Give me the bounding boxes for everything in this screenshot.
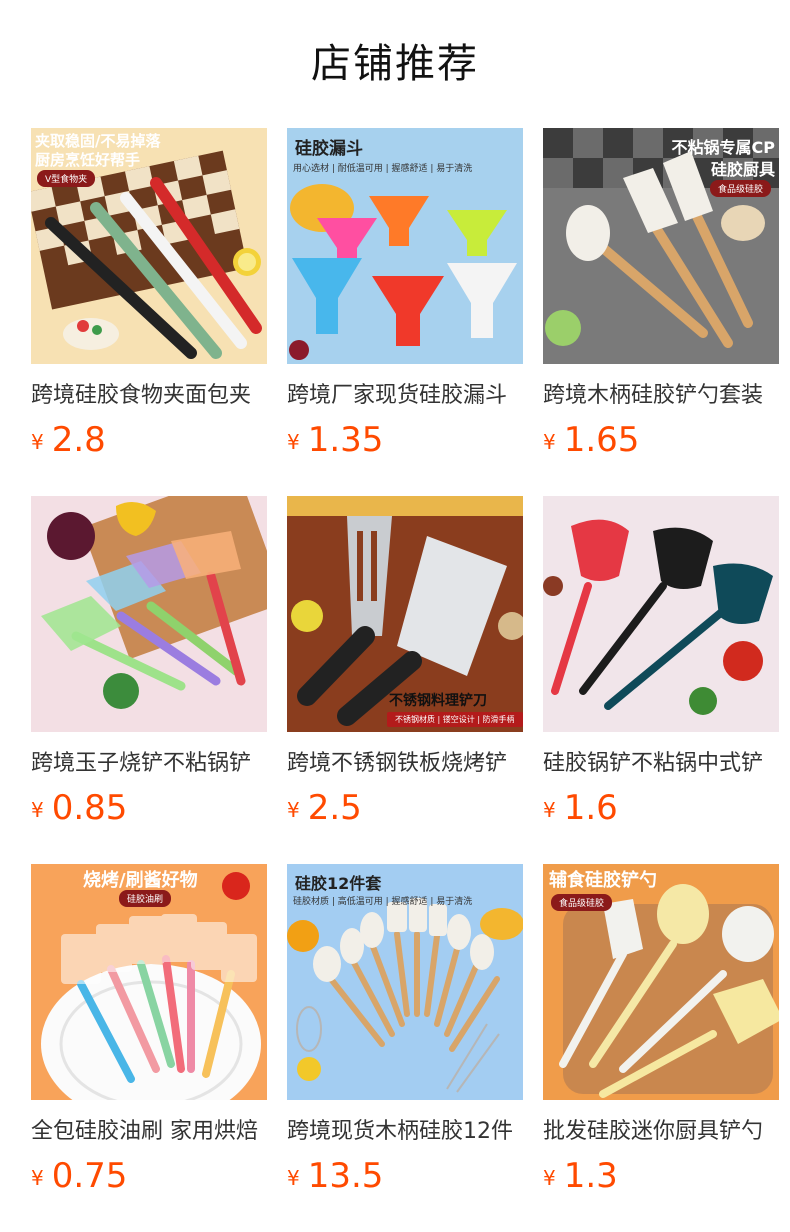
image-badge: 食品级硅胶 bbox=[709, 180, 771, 197]
product-price: ¥0.85 bbox=[31, 788, 267, 828]
currency-symbol: ¥ bbox=[543, 430, 556, 454]
section-title: 店铺推荐 bbox=[311, 41, 479, 87]
price-value: 0.75 bbox=[51, 1156, 128, 1196]
store-recommendation-page: 店铺推荐 夹取稳固/不易掉落 厨房烹饪好帮手 V型食物夹 跨境硅胶食物夹面包夹 … bbox=[0, 0, 790, 1232]
currency-symbol: ¥ bbox=[31, 798, 44, 822]
currency-symbol: ¥ bbox=[287, 1166, 300, 1190]
price-value: 2.8 bbox=[51, 420, 106, 460]
product-price: ¥2.5 bbox=[287, 788, 523, 828]
product-card[interactable]: 跨境玉子烧铲不粘锅铲 ¥0.85 bbox=[31, 496, 267, 864]
product-image[interactable]: 夹取稳固/不易掉落 厨房烹饪好帮手 V型食物夹 bbox=[31, 128, 267, 364]
product-image[interactable]: 硅胶12件套 硅胶材质 | 高低温可用 | 握感舒适 | 易于清洗 bbox=[287, 864, 523, 1100]
product-card[interactable]: 硅胶锅铲不粘锅中式铲 ¥1.6 bbox=[543, 496, 779, 864]
currency-symbol: ¥ bbox=[31, 430, 44, 454]
image-caption-line1: 不锈钢料理铲刀 bbox=[389, 693, 487, 709]
product-grid: 夹取稳固/不易掉落 厨房烹饪好帮手 V型食物夹 跨境硅胶食物夹面包夹 ¥2.8 bbox=[31, 128, 779, 1232]
currency-symbol: ¥ bbox=[287, 430, 300, 454]
product-title[interactable]: 跨境木柄硅胶铲勺套装 bbox=[543, 381, 779, 411]
product-price: ¥1.35 bbox=[287, 420, 523, 460]
section-header: 店铺推荐 bbox=[0, 36, 790, 92]
product-title[interactable]: 跨境不锈钢铁板烧烤铲 bbox=[287, 749, 523, 779]
product-price: ¥0.75 bbox=[31, 1156, 267, 1196]
product-card[interactable]: 辅食硅胶铲勺 食品级硅胶 批发硅胶迷你厨具铲勺 ¥1.3 bbox=[543, 864, 779, 1232]
image-caption-line1: 夹取稳固/不易掉落 bbox=[35, 132, 161, 150]
price-value: 1.65 bbox=[563, 420, 640, 460]
product-title[interactable]: 跨境现货木柄硅胶12件 bbox=[287, 1117, 523, 1147]
product-image[interactable]: 烧烤/刷酱好物 硅胶油刷 bbox=[31, 864, 267, 1100]
product-image[interactable]: 硅胶漏斗 用心选材 | 耐低温可用 | 握感舒适 | 易于清洗 bbox=[287, 128, 523, 364]
image-badge: 硅胶油刷 bbox=[119, 890, 172, 907]
image-caption-line2: 硅胶厨具 bbox=[710, 160, 775, 179]
image-caption-line1: 辅食硅胶铲勺 bbox=[549, 870, 657, 891]
currency-symbol: ¥ bbox=[543, 798, 556, 822]
product-price: ¥1.3 bbox=[543, 1156, 779, 1196]
product-title[interactable]: 跨境玉子烧铲不粘锅铲 bbox=[31, 749, 267, 779]
image-caption-line1: 硅胶漏斗 bbox=[295, 139, 363, 159]
currency-symbol: ¥ bbox=[287, 798, 300, 822]
product-price: ¥1.65 bbox=[543, 420, 779, 460]
product-card[interactable]: 不粘锅专属CP 硅胶厨具 食品级硅胶 跨境木柄硅胶铲勺套装 ¥1.65 bbox=[543, 128, 779, 496]
product-title[interactable]: 跨境硅胶食物夹面包夹 bbox=[31, 381, 267, 411]
image-badge: 食品级硅胶 bbox=[551, 894, 613, 911]
product-title[interactable]: 硅胶锅铲不粘锅中式铲 bbox=[543, 749, 779, 779]
product-price: ¥1.6 bbox=[543, 788, 779, 828]
price-value: 2.5 bbox=[307, 788, 362, 828]
product-card[interactable]: 烧烤/刷酱好物 硅胶油刷 全包硅胶油刷 家用烘焙 ¥0.75 bbox=[31, 864, 267, 1232]
product-image[interactable]: 不粘锅专属CP 硅胶厨具 食品级硅胶 bbox=[543, 128, 779, 364]
product-card[interactable]: 不锈钢料理铲刀 不锈钢材质 | 镂空设计 | 防滑手柄 跨境不锈钢铁板烧烤铲 ¥… bbox=[287, 496, 523, 864]
image-caption-line1: 硅胶12件套 bbox=[295, 874, 382, 893]
product-title[interactable]: 全包硅胶油刷 家用烘焙 bbox=[31, 1117, 267, 1147]
product-price: ¥13.5 bbox=[287, 1156, 523, 1196]
product-image[interactable]: 不锈钢料理铲刀 不锈钢材质 | 镂空设计 | 防滑手柄 bbox=[287, 496, 523, 732]
product-image[interactable]: 辅食硅胶铲勺 食品级硅胶 bbox=[543, 864, 779, 1100]
product-card[interactable]: 硅胶12件套 硅胶材质 | 高低温可用 | 握感舒适 | 易于清洗 跨境现货木柄… bbox=[287, 864, 523, 1232]
product-card[interactable]: 硅胶漏斗 用心选材 | 耐低温可用 | 握感舒适 | 易于清洗 跨境厂家现货硅胶… bbox=[287, 128, 523, 496]
image-caption-line2: 厨房烹饪好帮手 bbox=[35, 151, 141, 169]
image-caption-line1: 不粘锅专属CP bbox=[671, 138, 775, 157]
product-price: ¥2.8 bbox=[31, 420, 267, 460]
image-badge: V型食物夹 bbox=[37, 170, 96, 187]
price-value: 1.3 bbox=[563, 1156, 618, 1196]
price-value: 0.85 bbox=[51, 788, 128, 828]
image-caption-line1: 烧烤/刷酱好物 bbox=[83, 870, 198, 891]
image-badge: 不锈钢材质 | 镂空设计 | 防滑手柄 bbox=[387, 712, 523, 727]
price-value: 1.35 bbox=[307, 420, 384, 460]
image-subcaption: 用心选材 | 耐低温可用 | 握感舒适 | 易于清洗 bbox=[293, 164, 473, 174]
product-image[interactable] bbox=[543, 496, 779, 732]
price-value: 1.6 bbox=[563, 788, 618, 828]
price-value: 13.5 bbox=[307, 1156, 384, 1196]
product-title[interactable]: 跨境厂家现货硅胶漏斗 bbox=[287, 381, 523, 411]
image-subcaption: 硅胶材质 | 高低温可用 | 握感舒适 | 易于清洗 bbox=[293, 897, 473, 907]
currency-symbol: ¥ bbox=[543, 1166, 556, 1190]
product-card[interactable]: 夹取稳固/不易掉落 厨房烹饪好帮手 V型食物夹 跨境硅胶食物夹面包夹 ¥2.8 bbox=[31, 128, 267, 496]
product-image[interactable] bbox=[31, 496, 267, 732]
product-title[interactable]: 批发硅胶迷你厨具铲勺 bbox=[543, 1117, 779, 1147]
currency-symbol: ¥ bbox=[31, 1166, 44, 1190]
